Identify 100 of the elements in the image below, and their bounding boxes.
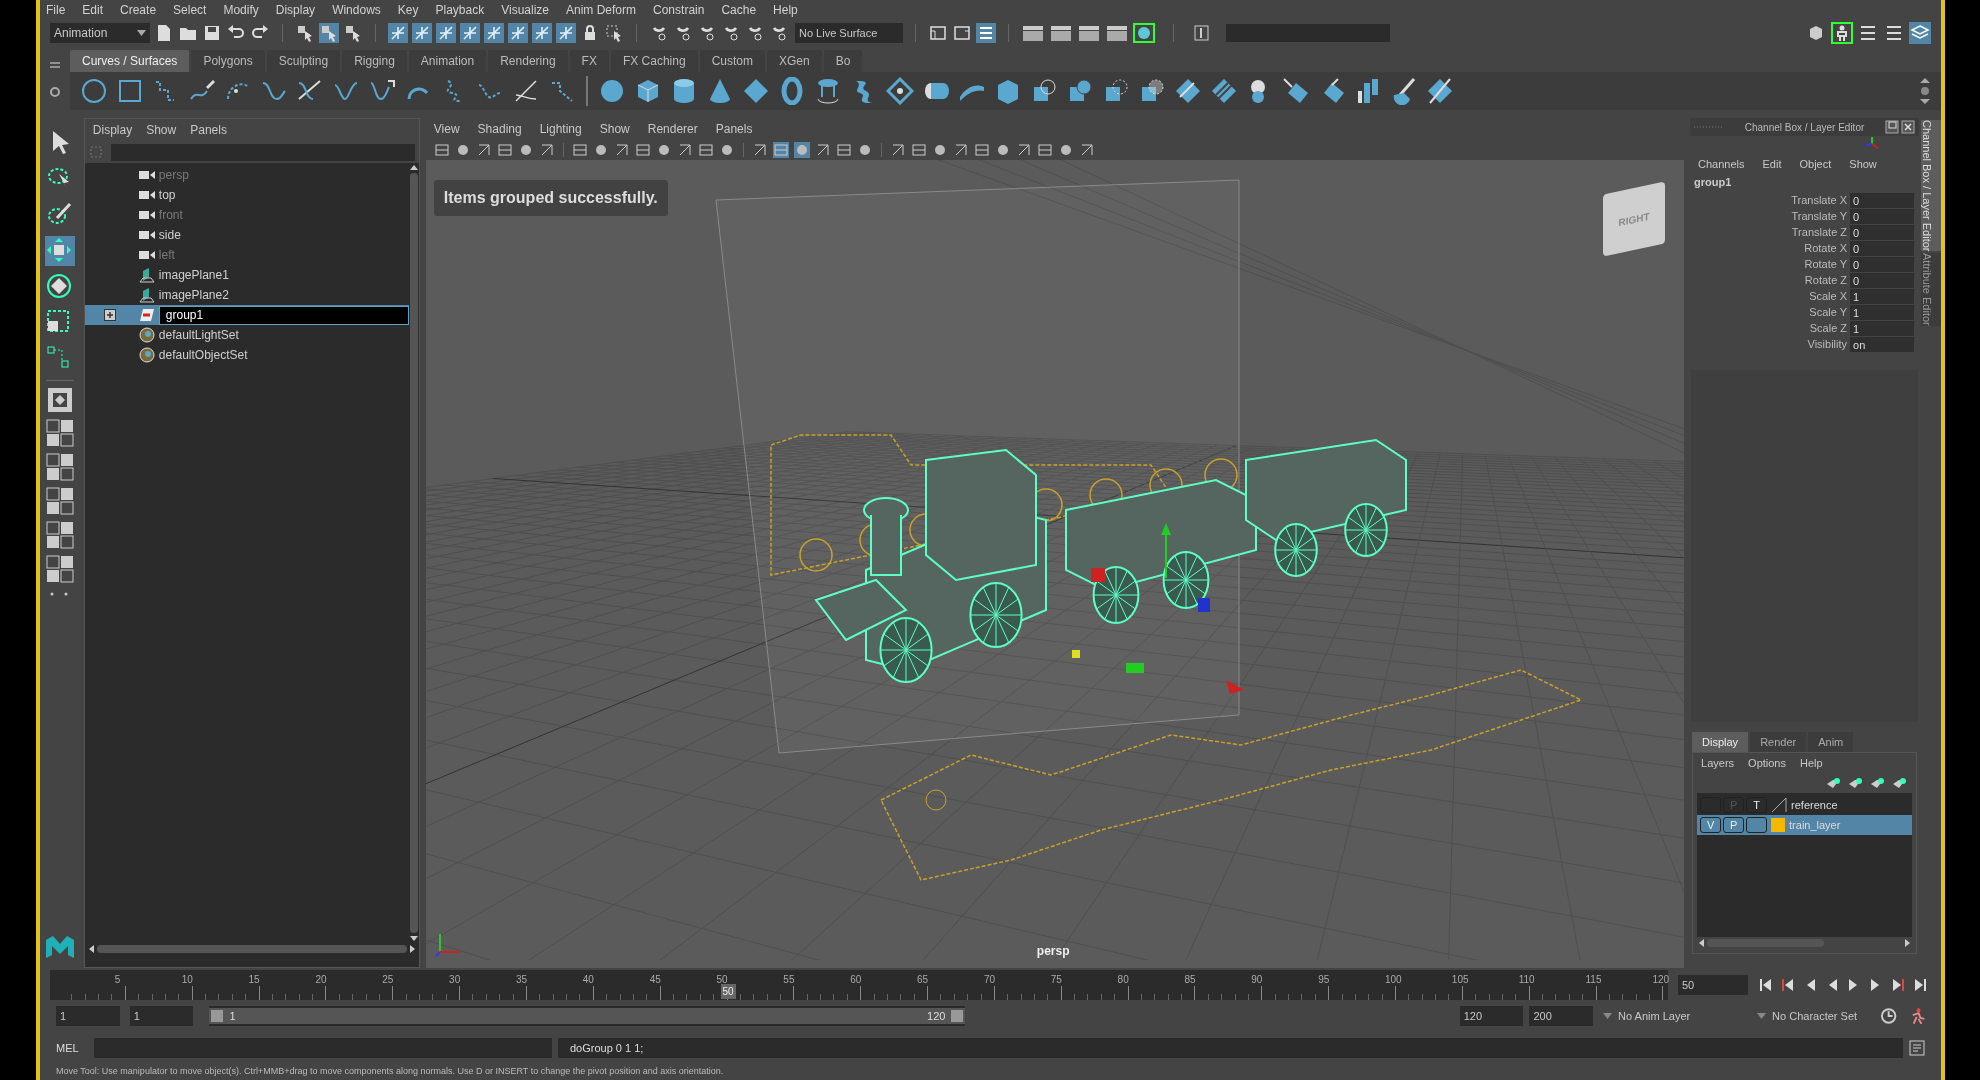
channel-value-field[interactable]: 0 <box>1850 208 1915 224</box>
layer-toggle[interactable] <box>1746 817 1768 833</box>
snap-icon[interactable] <box>556 23 576 43</box>
outliner-item[interactable]: defaultObjectSet <box>84 345 409 365</box>
channel-value-field[interactable]: 0 <box>1850 224 1915 240</box>
step-back-key-icon[interactable] <box>1780 977 1796 993</box>
outliner-item[interactable]: top <box>84 185 409 205</box>
layout-icon[interactable] <box>45 419 74 447</box>
sphere-icon[interactable] <box>598 77 626 105</box>
menu-item[interactable]: Key <box>397 1 419 19</box>
layer-row[interactable]: V P train_layer <box>1697 815 1912 835</box>
end-frame-field[interactable]: 200 <box>1529 1006 1594 1026</box>
shelf-tab[interactable]: Rendering <box>488 50 568 72</box>
circle-icon[interactable] <box>80 77 108 105</box>
rename-field[interactable]: group1 <box>158 305 409 325</box>
menu-item[interactable]: Object <box>1799 155 1832 173</box>
outliner-row[interactable]: group1 <box>84 305 409 325</box>
viewport-tool-icon[interactable] <box>1036 142 1053 158</box>
script-language-label[interactable]: MEL <box>56 1039 88 1057</box>
viewport-tool-icon[interactable] <box>910 142 927 158</box>
menu-item[interactable]: Edit <box>82 1 104 19</box>
viewport-tool-icon[interactable] <box>793 142 810 158</box>
text-cursor-icon[interactable] <box>1192 23 1212 43</box>
image-plane-icon[interactable] <box>138 267 155 283</box>
viewport-tool-icon[interactable] <box>496 142 513 158</box>
menu-item[interactable]: Edit <box>1762 155 1782 173</box>
viewport-tool-icon[interactable] <box>433 142 450 158</box>
go-to-end-icon[interactable] <box>1912 977 1928 993</box>
outliner-item[interactable]: front <box>84 205 409 225</box>
side-tab[interactable]: Attribute Editor <box>1921 253 1941 327</box>
no-color-icon[interactable] <box>1771 797 1788 813</box>
layout-icon[interactable] <box>45 453 74 481</box>
input-field[interactable] <box>1226 24 1390 42</box>
layout-icon[interactable] <box>45 555 74 583</box>
outliner-item[interactable]: left <box>84 245 409 265</box>
menu-item[interactable]: Channels <box>1698 155 1745 173</box>
channel-value-field[interactable]: on <box>1850 336 1915 352</box>
layers-icon[interactable] <box>1909 22 1931 44</box>
expand-icon[interactable] <box>103 309 116 321</box>
menu-item[interactable]: File <box>46 1 66 19</box>
time-slider[interactable]: 5 10 15 20 25 30 35 40 45 50 55 60 65 70 75 80 85 90 95 100 105 110 115 120 50 <box>50 970 1668 1000</box>
snap-icon[interactable] <box>532 23 552 43</box>
script-editor-icon[interactable] <box>1909 1040 1925 1056</box>
menu-item[interactable]: Renderer <box>647 120 698 138</box>
go-to-start-icon[interactable] <box>1758 977 1774 993</box>
shelf-tab[interactable]: Custom <box>699 50 765 72</box>
stripe-icon[interactable] <box>1210 77 1238 105</box>
camera-icon[interactable] <box>138 249 155 261</box>
viewport-tool-icon[interactable] <box>973 142 990 158</box>
channel-value-field[interactable]: 0 <box>1850 256 1915 272</box>
channel-value-field[interactable]: 0 <box>1850 240 1915 256</box>
clapboard-icon[interactable] <box>1077 23 1101 43</box>
viewport-tool-icon[interactable] <box>697 142 714 158</box>
snap-icon[interactable] <box>460 23 480 43</box>
viewport-tool-icon[interactable] <box>634 142 651 158</box>
menu-item[interactable]: Shading <box>477 120 522 138</box>
layer-down-icon[interactable] <box>1848 777 1862 789</box>
move-tool-icon[interactable] <box>44 236 75 266</box>
train-wireframe-drawing[interactable] <box>814 438 1407 683</box>
figure-icon[interactable] <box>1831 22 1853 44</box>
layer-color-swatch[interactable] <box>1771 818 1786 832</box>
shelf-tab[interactable]: Curves / Surfaces <box>70 50 190 72</box>
close-icon[interactable] <box>1901 120 1915 134</box>
menu-item[interactable]: Constrain <box>653 1 705 19</box>
snap-icon[interactable] <box>436 23 456 43</box>
add-layer-icon[interactable] <box>1870 777 1884 789</box>
shelf-tab[interactable]: Animation <box>408 50 487 72</box>
start-frame-field[interactable]: 1 <box>56 1006 120 1026</box>
scrollbar-thumb[interactable] <box>409 173 418 933</box>
menu-item[interactable]: Lighting <box>539 120 582 138</box>
layer-toggle[interactable]: P <box>1723 817 1745 833</box>
window-icon[interactable] <box>952 23 972 43</box>
menu-item[interactable]: View <box>433 120 460 138</box>
channel-value-field[interactable]: 0 <box>1850 272 1915 288</box>
viewport-tool-icon[interactable] <box>772 142 789 158</box>
menu-item[interactable]: Create <box>120 1 157 19</box>
playback-start-field[interactable]: 1 <box>129 1006 194 1026</box>
stripe-icon[interactable] <box>1174 77 1202 105</box>
layer-tab[interactable]: Render <box>1750 732 1807 752</box>
scroll-arrows-icon[interactable] <box>1919 77 1931 105</box>
settings-icon[interactable] <box>49 86 61 98</box>
range-handle[interactable] <box>211 1010 224 1022</box>
outliner-item[interactable]: side <box>84 225 409 245</box>
menu-icon[interactable] <box>49 60 61 70</box>
square-icon[interactable] <box>116 77 144 105</box>
shelf-tab[interactable]: Rigging <box>342 50 407 72</box>
layer-up-icon[interactable] <box>1826 777 1840 789</box>
add-layer-icon[interactable] <box>1892 777 1906 789</box>
layout-icon[interactable] <box>45 487 74 515</box>
diamond-icon[interactable] <box>742 77 770 105</box>
scrollbar-thumb[interactable] <box>96 945 407 953</box>
snap-icon[interactable] <box>484 23 504 43</box>
menu-item[interactable]: Playback <box>435 1 485 19</box>
anim-layer-dropdown[interactable]: No Anim Layer <box>1603 1006 1748 1026</box>
channel-value-field[interactable]: 0 <box>1850 192 1915 208</box>
set-icon[interactable] <box>138 327 155 343</box>
layer-toggle[interactable]: T <box>1746 797 1768 813</box>
camera-icon[interactable] <box>138 189 155 201</box>
shelf-tab[interactable]: FX <box>569 50 609 72</box>
channel-value-field[interactable]: 1 <box>1850 320 1915 336</box>
